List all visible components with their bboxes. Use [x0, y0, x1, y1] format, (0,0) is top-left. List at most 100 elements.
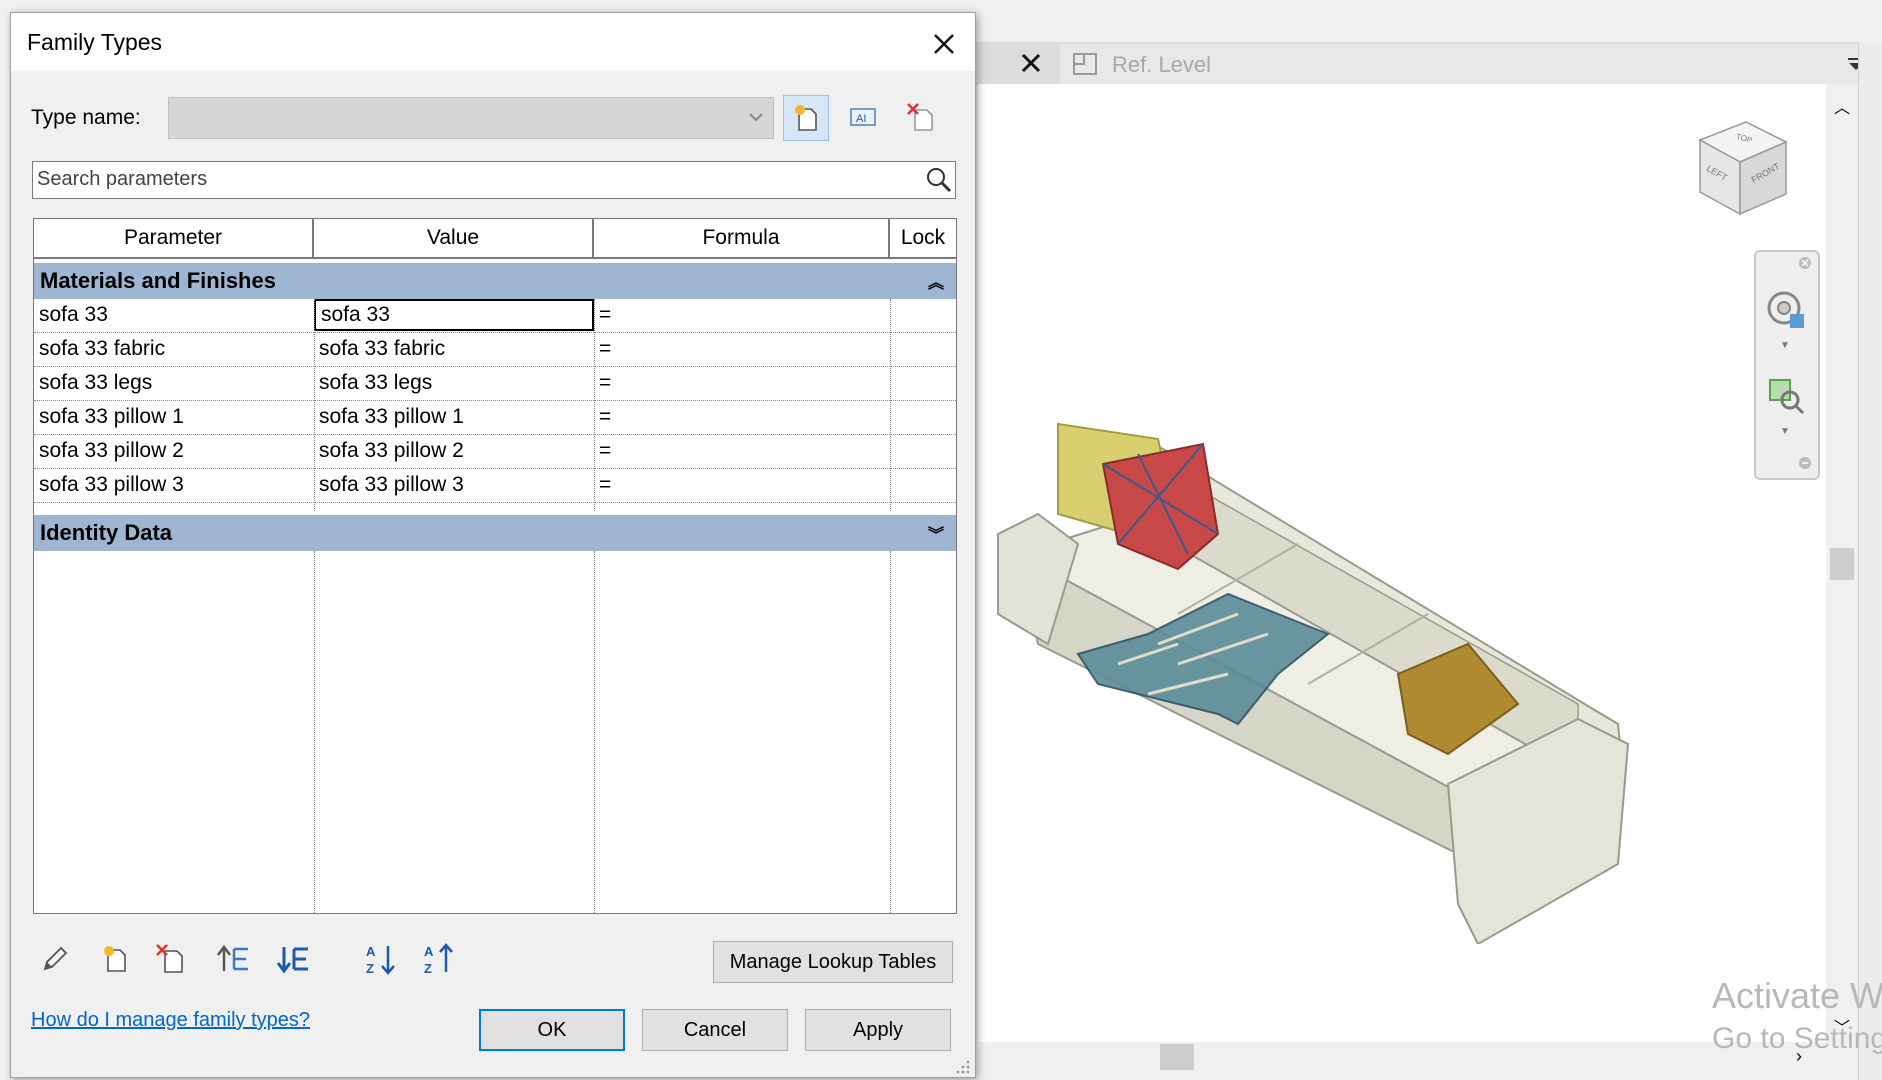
parameter-name: sofa 33 legs	[39, 371, 153, 394]
delete-parameter-button[interactable]	[151, 939, 191, 979]
parameter-lock[interactable]	[890, 367, 956, 400]
svg-text:A: A	[424, 944, 434, 959]
delete-parameter-icon	[156, 944, 183, 973]
edit-parameter-button[interactable]	[35, 939, 75, 979]
rename-type-button[interactable]: AI	[841, 95, 885, 139]
move-down-button[interactable]	[273, 939, 313, 979]
svg-text:AI: AI	[856, 113, 866, 125]
table-row[interactable]: sofa 33 legs sofa 33 legs =	[34, 367, 956, 401]
svg-text:Z: Z	[424, 961, 432, 976]
new-type-icon	[795, 105, 817, 131]
parameter-formula[interactable]: =	[594, 401, 890, 434]
viewcube[interactable]: TOP LEFT FRONT	[1688, 114, 1798, 224]
cancel-button[interactable]: Cancel	[642, 1009, 788, 1051]
horizontal-scrollbar[interactable]: ›	[978, 1042, 1826, 1072]
column-header-lock[interactable]: Lock	[890, 219, 956, 259]
table-row[interactable]: sofa 33 sofa 33 =	[34, 299, 956, 333]
type-name-label: Type name:	[31, 106, 141, 129]
parameter-lock[interactable]	[890, 401, 956, 434]
svg-text:Z: Z	[366, 961, 374, 976]
column-divider	[314, 551, 315, 913]
search-parameters-box[interactable]	[32, 161, 956, 199]
new-type-button[interactable]	[783, 95, 829, 141]
table-row[interactable]: sofa 33 pillow 3 sofa 33 pillow 3 =	[34, 469, 956, 503]
dialog-title-bar[interactable]: Family Types	[11, 13, 975, 71]
parameter-value[interactable]: sofa 33 legs	[314, 367, 594, 400]
properties-panel-edge	[1858, 42, 1882, 1080]
new-parameter-icon	[104, 946, 126, 972]
sort-ascending-icon: AZ	[366, 944, 395, 976]
column-divider	[890, 299, 891, 511]
parameter-formula[interactable]: =	[594, 299, 890, 332]
delete-type-button[interactable]	[899, 95, 943, 139]
navigation-bar: ▼ ▼	[1754, 250, 1820, 480]
search-input[interactable]	[33, 162, 897, 196]
table-row[interactable]: sofa 33 pillow 1 sofa 33 pillow 1 =	[34, 401, 956, 435]
parameter-value[interactable]: sofa 33 pillow 3	[314, 469, 594, 502]
new-parameter-button[interactable]	[95, 939, 135, 979]
parameter-value[interactable]: sofa 33	[314, 299, 594, 331]
column-header-value[interactable]: Value	[314, 219, 594, 259]
parameter-value[interactable]: sofa 33 pillow 1	[314, 401, 594, 434]
3d-view-canvas[interactable]: TOP LEFT FRONT ▼ ▼	[978, 84, 1828, 1042]
vertical-scroll-thumb[interactable]	[1830, 548, 1854, 580]
view-tab[interactable]: Ref. Level	[1060, 44, 1880, 84]
column-header-parameter[interactable]: Parameter	[34, 219, 314, 259]
parameter-formula[interactable]: =	[594, 469, 890, 502]
steering-wheel-dropdown-icon[interactable]: ▼	[1780, 340, 1790, 351]
parameter-value[interactable]: sofa 33 pillow 2	[314, 435, 594, 468]
close-icon	[934, 34, 954, 54]
parameter-formula[interactable]: =	[594, 333, 890, 366]
parameter-value[interactable]: sofa 33 fabric	[314, 333, 594, 366]
floor-plan-icon	[1072, 52, 1098, 81]
column-header-formula[interactable]: Formula	[594, 219, 890, 259]
move-up-button[interactable]	[213, 939, 253, 979]
close-dialog-button[interactable]	[927, 27, 961, 61]
vertical-scrollbar[interactable]: ︿ ﹀	[1826, 84, 1858, 1042]
horizontal-scroll-thumb[interactable]	[1160, 1044, 1194, 1070]
steering-wheel-icon[interactable]	[1764, 288, 1808, 337]
group-label: Materials and Finishes	[40, 268, 276, 293]
sort-ascending-button[interactable]: AZ	[361, 939, 401, 979]
parameter-lock[interactable]	[890, 469, 956, 502]
collapse-icon[interactable]: ︽	[928, 269, 944, 293]
group-label: Identity Data	[40, 520, 173, 545]
table-row[interactable]: sofa 33 pillow 2 sofa 33 pillow 2 =	[34, 435, 956, 469]
group-header-identity[interactable]: Identity Data ︾	[34, 515, 956, 551]
svg-text:A: A	[366, 944, 376, 959]
ok-button[interactable]: OK	[479, 1009, 625, 1051]
help-link[interactable]: How do I manage family types?	[31, 1009, 310, 1032]
move-down-icon	[276, 947, 308, 974]
zoom-dropdown-icon[interactable]: ▼	[1780, 426, 1790, 437]
dialog-title: Family Types	[27, 29, 163, 55]
activation-watermark-line1: Activate W	[1712, 975, 1882, 1016]
sofa-3d-model[interactable]	[978, 344, 1698, 944]
group-header-materials[interactable]: Materials and Finishes ︽	[34, 263, 956, 299]
nav-bar-options-icon[interactable]	[1798, 456, 1812, 475]
rename-type-icon: AI	[850, 108, 876, 126]
close-view-tab-icon[interactable]	[1018, 50, 1044, 76]
type-name-dropdown[interactable]	[168, 97, 774, 139]
column-divider	[594, 551, 595, 913]
column-divider	[314, 299, 315, 511]
table-row[interactable]: sofa 33 fabric sofa 33 fabric =	[34, 333, 956, 367]
apply-button[interactable]: Apply	[805, 1009, 951, 1051]
edit-parameter-icon	[43, 946, 68, 971]
scroll-up-icon[interactable]: ︿	[1834, 94, 1850, 118]
column-divider	[890, 551, 891, 913]
parameter-formula[interactable]: =	[594, 367, 890, 400]
parameter-lock[interactable]	[890, 299, 956, 332]
delete-type-icon	[907, 103, 933, 131]
nav-bar-close-icon[interactable]	[1798, 256, 1812, 275]
expand-icon[interactable]: ︾	[928, 521, 944, 545]
parameter-formula[interactable]: =	[594, 435, 890, 468]
resize-grip-icon[interactable]	[955, 1059, 971, 1080]
manage-lookup-tables-button[interactable]: Manage Lookup Tables	[713, 941, 953, 983]
search-icon[interactable]	[925, 166, 953, 199]
move-up-icon	[217, 944, 248, 971]
parameter-lock[interactable]	[890, 435, 956, 468]
zoom-region-icon[interactable]	[1766, 376, 1806, 421]
sort-descending-button[interactable]: AZ	[419, 939, 459, 979]
parameter-name: sofa 33 pillow 2	[39, 439, 184, 462]
parameter-lock[interactable]	[890, 333, 956, 366]
